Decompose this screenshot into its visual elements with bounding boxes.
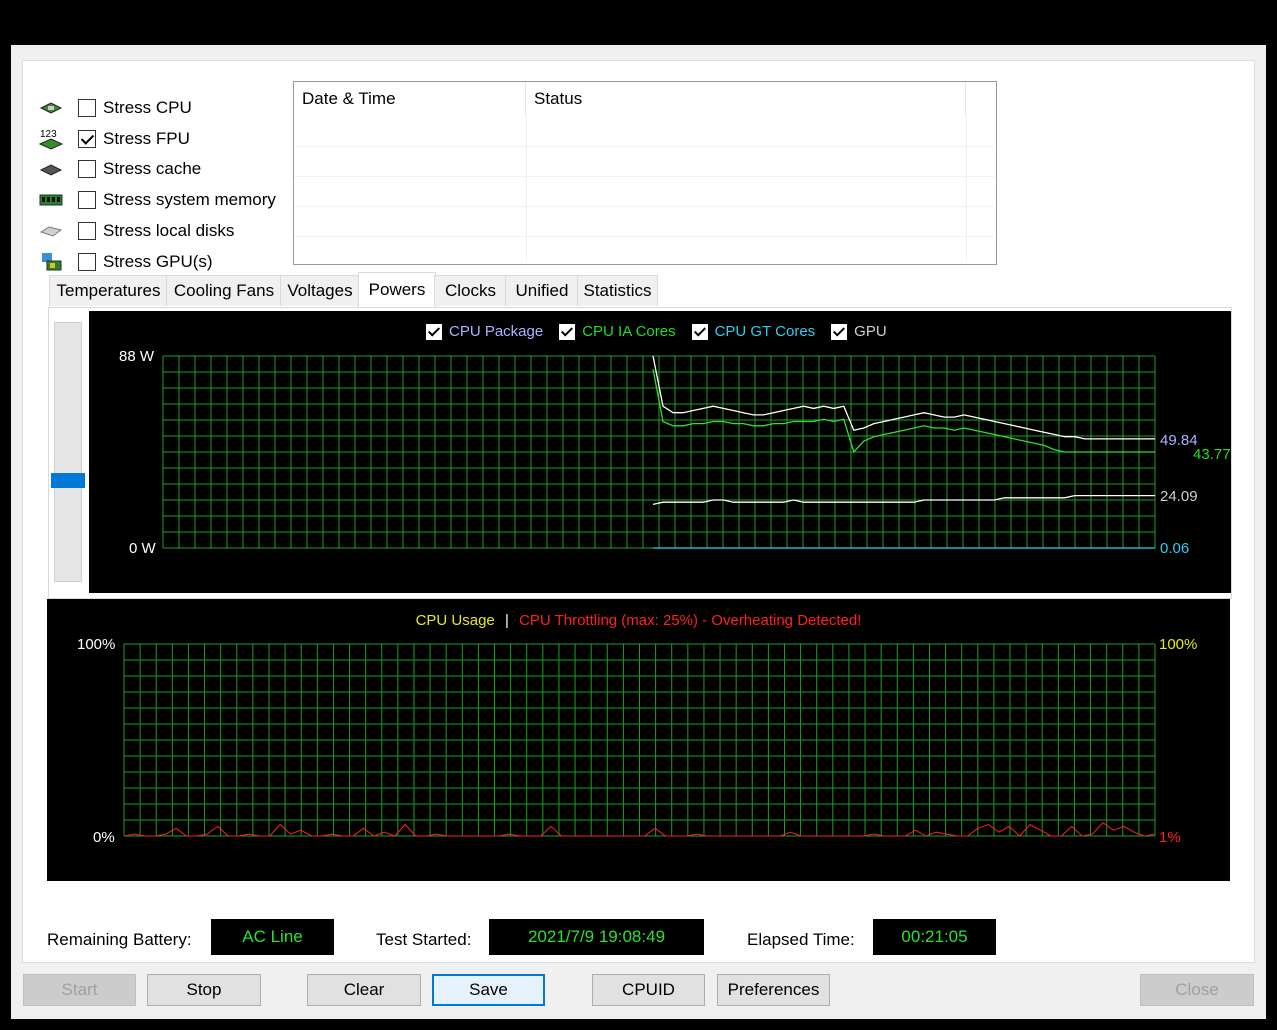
stress-cache-row[interactable]: Stress cache <box>38 155 201 183</box>
tab-unified[interactable]: Unified <box>505 275 579 306</box>
log-row-line <box>294 236 994 237</box>
log-column-divider <box>966 116 967 262</box>
test-started-value-text: 2021/7/9 19:08:49 <box>527 927 666 946</box>
disk-drive-icon <box>38 221 64 241</box>
stress-fpu-row[interactable]: 123 Stress FPU <box>38 125 190 153</box>
elapsed-time-value: 00:21:05 <box>873 919 996 955</box>
stress-gpu-row[interactable]: Stress GPU(s) <box>38 248 213 276</box>
elapsed-time-value-text: 00:21:05 <box>901 927 968 946</box>
stress-gpu-label: Stress GPU(s) <box>103 252 213 271</box>
tab-label: Powers <box>368 280 426 299</box>
cpu-usage-chart: CPU Usage | CPU Throttling (max: 25%) - … <box>47 599 1230 881</box>
tab-label: Voltages <box>287 281 353 300</box>
battery-value-text: AC Line <box>242 927 303 946</box>
stress-disks-checkbox[interactable] <box>78 222 96 240</box>
log-header-datetime-text: Date & Time <box>302 89 396 108</box>
log-column-divider <box>526 116 527 262</box>
svg-text:123: 123 <box>40 129 57 140</box>
tab-powers[interactable]: Powers <box>358 272 436 307</box>
start-button[interactable]: Start <box>23 974 136 1006</box>
usage-plot <box>123 643 1156 837</box>
test-started-value: 2021/7/9 19:08:49 <box>489 919 704 955</box>
cache-chip-icon <box>38 159 64 179</box>
stress-disks-row[interactable]: Stress local disks <box>38 217 234 245</box>
stop-button[interactable]: Stop <box>147 974 261 1006</box>
series-line-cpu-ia-cores <box>652 368 1155 454</box>
gpu-card-icon <box>38 252 64 272</box>
stress-memory-label: Stress system memory <box>103 190 276 209</box>
stress-cache-checkbox[interactable] <box>78 160 96 178</box>
stress-cache-label: Stress cache <box>103 159 202 178</box>
power-plot <box>162 355 1156 549</box>
log-header-status-text: Status <box>534 89 583 108</box>
content-panel: Stress CPU 123 Stress FPU Stress cache S… <box>22 60 1255 963</box>
stress-fpu-label: Stress FPU <box>103 129 190 148</box>
main-window: Stress CPU 123 Stress FPU Stress cache S… <box>11 45 1266 1019</box>
power-chart: CPU Package CPU IA Cores CPU GT Cores GP… <box>89 311 1231 593</box>
memory-module-icon <box>38 190 64 210</box>
stress-fpu-checkbox[interactable] <box>78 130 96 148</box>
stress-memory-row[interactable]: Stress system memory <box>38 186 276 214</box>
tab-cooling-fans[interactable]: Cooling Fans <box>166 275 282 306</box>
log-row-line <box>294 176 994 177</box>
tab-label: Clocks <box>444 281 496 300</box>
stress-gpu-checkbox[interactable] <box>78 253 96 271</box>
readout-cpu-ia-cores: 43.77 <box>1193 446 1231 463</box>
preferences-button[interactable]: Preferences <box>717 974 830 1006</box>
readout-cpu-gt-cores: 0.06 <box>1160 540 1190 557</box>
cpuid-button[interactable]: CPUID <box>592 974 705 1006</box>
readout-cpu-package: 49.84 <box>1160 432 1198 449</box>
stress-cpu-label: Stress CPU <box>103 98 192 117</box>
readout-gpu: 24.09 <box>1160 488 1198 505</box>
tab-label: Cooling Fans <box>173 281 275 300</box>
tab-voltages[interactable]: Voltages <box>280 275 360 306</box>
log-row-line <box>294 206 994 207</box>
tab-label: Temperatures <box>56 281 161 300</box>
stress-cpu-row[interactable]: Stress CPU <box>38 94 192 122</box>
cpu-chip-icon <box>38 98 64 118</box>
tab-label: Statistics <box>583 281 652 300</box>
zoom-slider-thumb[interactable] <box>51 473 85 488</box>
tab-statistics[interactable]: Statistics <box>577 275 658 306</box>
stress-memory-checkbox[interactable] <box>78 191 96 209</box>
battery-label: Remaining Battery: <box>47 930 192 949</box>
log-header-status[interactable]: Status <box>526 82 966 116</box>
series-line-cpu-package <box>652 355 1155 440</box>
zoom-slider[interactable] <box>51 322 85 582</box>
close-button[interactable]: Close <box>1140 974 1254 1006</box>
tab-clocks[interactable]: Clocks <box>434 275 507 306</box>
log-row-line <box>294 146 994 147</box>
fpu-chip-icon: 123 <box>38 129 64 150</box>
stress-cpu-checkbox[interactable] <box>78 99 96 117</box>
clear-button[interactable]: Clear <box>307 974 421 1006</box>
powers-tab-panel: CPU Package CPU IA Cores CPU GT Cores GP… <box>48 307 1232 599</box>
status-log-list[interactable]: Date & Time Status <box>293 81 997 265</box>
tab-label: Unified <box>515 281 569 300</box>
save-button[interactable]: Save <box>432 974 545 1006</box>
log-header-datetime[interactable]: Date & Time <box>294 82 526 116</box>
battery-value: AC Line <box>211 919 334 955</box>
elapsed-time-label: Elapsed Time: <box>747 930 855 949</box>
test-started-label: Test Started: <box>376 930 472 949</box>
tab-temperatures[interactable]: Temperatures <box>49 275 168 306</box>
stress-disks-label: Stress local disks <box>103 221 235 240</box>
